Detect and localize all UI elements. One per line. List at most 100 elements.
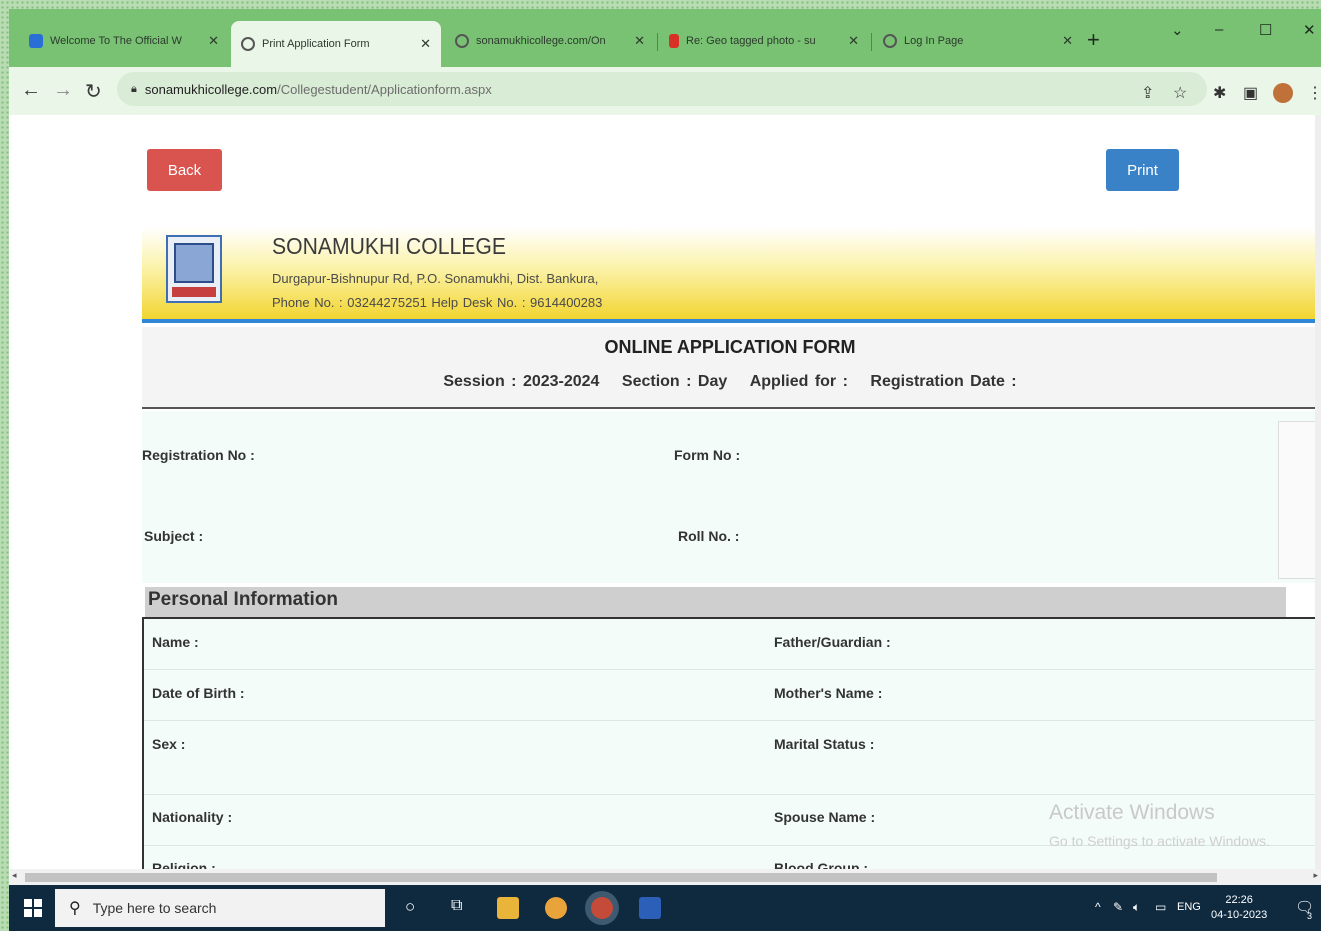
form-title-block: ONLINE APPLICATION FORM Session : 2023-2… [142,327,1318,409]
tab-title: Welcome To The Official W [50,35,182,47]
cortana-icon[interactable]: ○ [405,897,415,917]
subject-label: Subject : [144,528,204,544]
tab-title: Log In Page [904,35,964,47]
tab-print-application[interactable]: Print Application Form ✕ [231,21,441,67]
tab-login[interactable]: Log In Page ✕ [873,23,1083,59]
reload-icon[interactable]: ↻ [85,79,102,104]
tab-separator [657,33,658,51]
tab-sonamukhi-online[interactable]: sonamukhicollege.com/On ✕ [445,23,655,59]
tab-strip: Welcome To The Official W ✕ Print Applic… [9,9,1321,67]
college-name: SONAMUKHI COLLEGE [272,233,506,259]
registration-date-label: Registration Date : [870,373,1017,390]
chrome-icon[interactable] [545,897,567,919]
scroll-right-icon[interactable]: ▸ [1313,870,1318,881]
vertical-scrollbar[interactable] [1315,115,1321,877]
name-label: Name : [152,634,199,650]
search-icon: ⚲ [69,900,81,917]
clock-date: 04-10-2023 [1211,909,1268,921]
marital-status-label: Marital Status : [774,736,875,752]
close-icon[interactable]: ✕ [420,36,431,52]
nationality-label: Nationality : [152,809,233,825]
spouse-name-label: Spouse Name : [774,809,876,825]
windows-start-icon[interactable] [24,899,42,917]
tray-chevron-icon[interactable]: ^ [1095,900,1101,914]
print-button[interactable]: Print [1106,149,1179,191]
tab-welcome[interactable]: Welcome To The Official W ✕ [19,23,229,59]
form-no-label: Form No : [674,447,741,463]
applied-for-label: Applied for : [749,373,848,390]
close-icon[interactable]: ✕ [634,33,645,49]
section-label: Section : Day [621,373,728,390]
activate-windows-subtitle: Go to Settings to activate Windows. [1049,833,1270,849]
side-panel-icon[interactable]: ▣ [1243,83,1258,103]
activate-windows-title: Activate Windows [1049,801,1215,824]
lock-icon: 🔒︎ [131,82,137,95]
college-logo [166,235,222,303]
task-view-icon[interactable]: ⧉ [451,897,462,915]
search-placeholder: Type here to search [92,900,217,916]
page-content: Back Print SONAMUKHI COLLEGE Durgapur-Bi… [9,115,1321,877]
kebab-menu-icon[interactable]: ⋮ [1307,83,1321,103]
language-indicator[interactable]: ENG [1177,901,1201,913]
form-title: ONLINE APPLICATION FORM [604,337,856,357]
sex-label: Sex : [152,736,186,752]
scrollbar-thumb[interactable] [25,873,1217,882]
loading-icon [241,37,255,51]
share-icon[interactable]: ⇪ [1141,83,1154,103]
taskbar-clock[interactable]: 22:26 04-10-2023 [1211,893,1267,923]
pen-icon[interactable]: ✎ [1113,900,1123,914]
tab-title: Print Application Form [262,38,370,50]
notification-count: 3 [1307,911,1313,921]
close-window-button[interactable]: ✕ [1303,21,1316,39]
tab-search-icon[interactable]: ⌄ [1171,21,1184,39]
close-icon[interactable]: ✕ [848,33,859,49]
college-header: SONAMUKHI COLLEGE Durgapur-Bishnupur Rd,… [142,227,1318,323]
address-bar[interactable]: 🔒︎ sonamukhicollege.com/Collegestudent/A… [117,72,1207,106]
college-phone: Phone No. : 03244275251 Help Desk No. : … [272,295,603,310]
personal-information-heading: Personal Information [145,587,1286,617]
tab-title: sonamukhicollege.com/On [476,35,606,47]
network-icon[interactable]: ▭ [1155,900,1166,914]
session-label: Session : 2023-2024 [443,373,600,390]
father-guardian-label: Father/Guardian : [774,634,891,650]
mother-name-label: Mother's Name : [774,685,883,701]
globe-icon [29,34,43,48]
windows-taskbar: ⚲ Type here to search ○ ⧉ ^ ✎ 🔈︎ ▭ ENG 2… [9,885,1321,931]
browser-window: Welcome To The Official W ✕ Print Applic… [9,9,1321,931]
extensions-puzzle-icon[interactable]: ✱ [1213,83,1226,103]
date-of-birth-label: Date of Birth : [152,685,245,701]
scroll-left-icon[interactable]: ◂ [12,870,17,881]
profile-avatar[interactable] [1273,83,1293,103]
chrome-profile-icon[interactable] [591,897,613,919]
roll-no-label: Roll No. : [678,528,740,544]
horizontal-scrollbar[interactable]: ◂ ▸ [9,869,1321,885]
url-path: /Collegestudent/Applicationform.aspx [277,81,492,97]
url-domain: sonamukhicollege.com [144,81,278,97]
college-address: Durgapur-Bishnupur Rd, P.O. Sonamukhi, D… [272,271,599,286]
loading-icon [455,34,469,48]
back-button[interactable]: Back [147,149,222,191]
close-icon[interactable]: ✕ [208,33,219,49]
table-row: Name : Father/Guardian : [144,619,1321,670]
registration-area: Registration No : Form No : Subject : Ro… [142,411,1321,583]
close-icon[interactable]: ✕ [1062,33,1073,49]
tab-geo-tagged[interactable]: Re: Geo tagged photo - su ✕ [659,23,869,59]
file-explorer-icon[interactable] [497,897,519,919]
taskbar-search[interactable]: ⚲ Type here to search [55,889,385,927]
browser-toolbar: ← → ↻ 🔒︎ sonamukhicollege.com/Collegestu… [9,67,1321,115]
tab-title: Re: Geo tagged photo - su [686,35,816,47]
forward-arrow-icon[interactable]: → [53,79,73,102]
session-line: Session : 2023-2024 Section : Day Applie… [142,373,1318,391]
minimize-button[interactable]: – [1215,21,1223,38]
gmail-flag-icon [669,34,679,48]
volume-icon[interactable]: 🔈︎ [1133,900,1140,915]
maximize-button[interactable]: ☐ [1259,21,1272,39]
new-tab-button[interactable]: + [1087,27,1100,53]
back-arrow-icon[interactable]: ← [21,79,41,102]
table-row: Sex : Marital Status : [144,721,1321,795]
word-icon[interactable] [639,897,661,919]
registration-no-label: Registration No : [142,447,255,463]
tab-separator [871,33,872,51]
bookmark-star-icon[interactable]: ☆ [1173,83,1187,103]
loading-icon [883,34,897,48]
